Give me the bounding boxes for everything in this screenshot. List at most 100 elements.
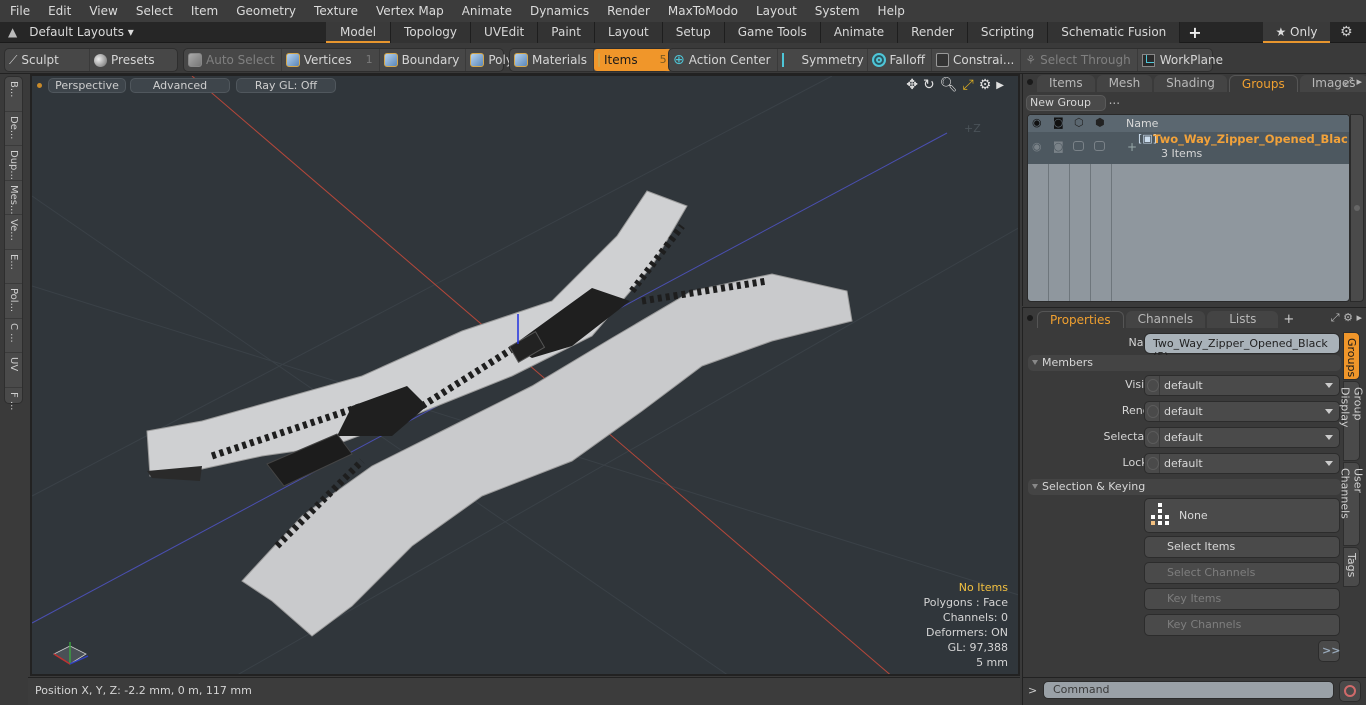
menu-help[interactable]: Help — [868, 0, 913, 22]
row-visibility-icon[interactable]: ◉ — [1032, 140, 1042, 153]
record-macro-button[interactable] — [1339, 680, 1361, 702]
layout-tab-schematic-fusion[interactable]: Schematic Fusion — [1048, 22, 1181, 43]
keyframe-toggle[interactable] — [1147, 405, 1159, 418]
layout-tab-model[interactable]: Model — [326, 22, 392, 43]
menu-render[interactable]: Render — [597, 0, 658, 22]
lock-column-icon[interactable]: ⬢ — [1095, 116, 1105, 129]
more-options-button[interactable]: >> — [1318, 640, 1340, 662]
tab-lists[interactable]: Lists — [1207, 311, 1279, 328]
menu-item[interactable]: Item — [181, 0, 226, 22]
select-through-button[interactable]: ⚘ Select Through — [1021, 49, 1138, 71]
menu-view[interactable]: View — [79, 0, 125, 22]
raygl-toggle[interactable]: Ray GL: Off — [236, 78, 336, 93]
left-tab-mesh-edit[interactable]: Mes... — [5, 181, 22, 215]
layout-tab-layout[interactable]: Layout — [594, 22, 663, 43]
menu-maxtomodo[interactable]: MaxToModo — [658, 0, 746, 22]
left-tab-fusion[interactable]: F ... — [5, 388, 22, 423]
groups-list-scrollbar[interactable] — [1350, 114, 1364, 302]
viewport-menu-dot[interactable] — [37, 83, 42, 88]
gear-icon[interactable]: ⚙ — [1343, 311, 1353, 324]
group-row[interactable]: ◉ ◙ + [▣] Two_Way_Zipper_Opened_Blac ...… — [1028, 132, 1349, 164]
tab-mesh[interactable]: Mesh ... — [1096, 75, 1153, 107]
new-group-button[interactable]: New Group — [1026, 95, 1106, 111]
pan-icon[interactable]: ✥ — [906, 77, 918, 95]
layout-tab-uvedit[interactable]: UVEdit — [471, 22, 539, 43]
zoom-icon[interactable]: 🔍︎ — [940, 77, 958, 95]
menu-animate[interactable]: Animate — [452, 0, 520, 22]
expand-arrow-icon[interactable]: ▶ — [996, 77, 1004, 95]
left-tab-uv[interactable]: UV — [5, 353, 22, 388]
3d-viewport[interactable]: Perspective Advanced Ray GL: Off ✥ ↻ 🔍︎ … — [30, 74, 1020, 676]
presets-button[interactable]: Presets — [90, 49, 176, 71]
side-tab-tags[interactable]: Tags — [1343, 547, 1360, 587]
gear-icon[interactable]: ⚙ — [1340, 24, 1353, 40]
shading-dropdown[interactable]: Advanced — [130, 78, 230, 93]
materials-button[interactable]: Materials — [510, 49, 595, 71]
row-selectable-checkbox[interactable] — [1073, 141, 1084, 151]
menu-vertex-map[interactable]: Vertex Map — [366, 0, 452, 22]
keyframe-toggle[interactable] — [1147, 457, 1159, 470]
viewport-gear-icon[interactable]: ⚙ — [979, 77, 992, 95]
tab-properties[interactable]: Properties — [1037, 311, 1124, 328]
layout-tab-topology[interactable]: Topology — [391, 22, 472, 43]
constraints-button[interactable]: Constrai... — [932, 49, 1022, 71]
panel-menu-dot[interactable] — [1027, 315, 1033, 321]
view-mode-dropdown[interactable]: Perspective — [48, 78, 126, 93]
menu-file[interactable]: File — [0, 0, 38, 22]
layout-tab-setup[interactable]: Setup — [662, 22, 725, 43]
keyframe-toggle[interactable] — [1147, 379, 1159, 392]
layout-tab-scripting[interactable]: Scripting — [967, 22, 1049, 43]
side-tab-group-display[interactable]: Group Display — [1339, 381, 1365, 461]
add-tab-button[interactable]: + — [1280, 311, 1297, 328]
menu-geometry[interactable]: Geometry — [226, 0, 304, 22]
row-lock-checkbox[interactable] — [1094, 141, 1105, 151]
panel-menu-dot[interactable] — [1027, 79, 1033, 85]
boundary-button[interactable]: Boundary — [380, 49, 467, 71]
auto-select-button[interactable]: Auto Select — [184, 49, 282, 71]
members-section-header[interactable]: Members — [1028, 355, 1341, 371]
side-tab-groups[interactable]: Groups — [1343, 332, 1360, 380]
symmetry-button[interactable]: Symmetry — [778, 49, 868, 71]
side-tab-user-channels[interactable]: User Channels — [1339, 462, 1365, 546]
left-tab-polygon[interactable]: Pol... — [5, 284, 22, 319]
left-tab-curve[interactable]: C ... — [5, 319, 22, 353]
panel-arrow-icon[interactable]: ▸ — [1356, 311, 1362, 324]
layout-tab-render[interactable]: Render — [898, 22, 968, 43]
fit-icon[interactable]: ⤢ — [963, 77, 974, 95]
tab-shading[interactable]: Shading — [1154, 75, 1227, 92]
group-name[interactable]: Two_Way_Zipper_Opened_Blac ... — [1153, 132, 1349, 146]
locked-dropdown[interactable]: default — [1144, 453, 1340, 474]
left-tab-vertex[interactable]: Ve... — [5, 215, 22, 250]
key-channels-button[interactable]: Key Channels — [1144, 614, 1340, 636]
selection-keying-section-header[interactable]: Selection & Keying — [1028, 479, 1341, 495]
render-column-icon[interactable]: ◙ — [1053, 116, 1064, 129]
left-tab-deform[interactable]: De... — [5, 112, 22, 146]
maximize-icon[interactable]: ⤢ — [1344, 75, 1353, 88]
row-render-icon[interactable]: ◙ — [1053, 140, 1064, 153]
render-dropdown[interactable]: default — [1144, 401, 1340, 422]
layout-tab-game-tools[interactable]: Game Tools — [724, 22, 821, 43]
menu-texture[interactable]: Texture — [304, 0, 366, 22]
left-tab-basic[interactable]: B... — [5, 77, 22, 112]
sculpt-button[interactable]: ⟋ Sculpt — [5, 49, 90, 71]
selectable-dropdown[interactable]: default — [1144, 427, 1340, 448]
workplane-button[interactable]: WorkPlane — [1138, 49, 1229, 71]
menu-edit[interactable]: Edit — [38, 0, 79, 22]
command-input[interactable]: Command — [1043, 681, 1334, 699]
select-items-button[interactable]: Select Items — [1144, 536, 1340, 558]
selectable-column-icon[interactable]: ⬡ — [1074, 116, 1084, 129]
menu-layout[interactable]: Layout — [746, 0, 805, 22]
items-button[interactable]: Items 5 — [594, 49, 673, 71]
layout-tab-paint[interactable]: Paint — [538, 22, 595, 43]
tab-groups[interactable]: Groups — [1228, 75, 1298, 92]
add-layout-tab-button[interactable]: + — [1180, 22, 1209, 43]
menu-select[interactable]: Select — [126, 0, 181, 22]
rotate-icon[interactable]: ↻ — [923, 77, 935, 95]
expand-plus-icon[interactable]: + — [1127, 140, 1137, 154]
name-input[interactable]: Two_Way_Zipper_Opened_Black (5) — [1144, 333, 1340, 363]
tab-items[interactable]: Items — [1037, 75, 1095, 92]
falloff-button[interactable]: Falloff — [868, 49, 932, 71]
layout-tab-animate[interactable]: Animate — [820, 22, 899, 43]
none-hierarchy-button[interactable]: None — [1144, 498, 1340, 533]
layouts-dropdown[interactable]: ▲ Default Layouts ▾ — [8, 22, 134, 43]
